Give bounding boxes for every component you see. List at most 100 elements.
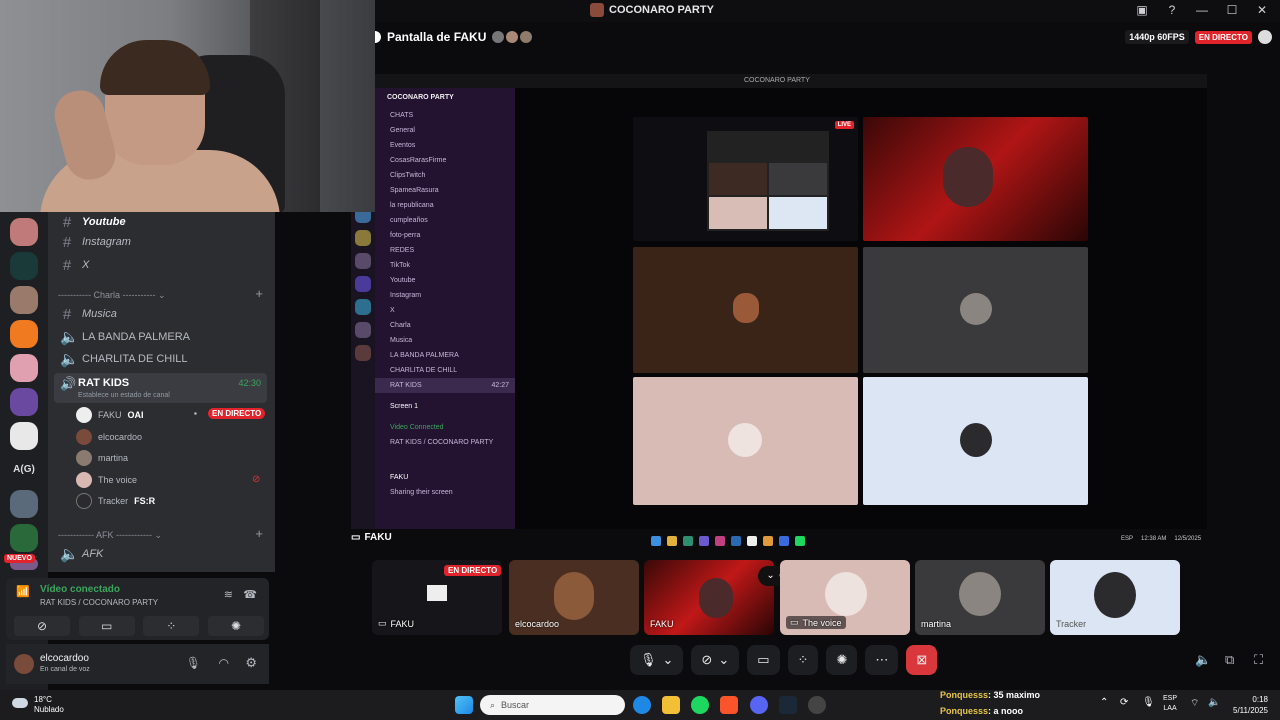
taskbar-search[interactable]: ⌕ Buscar bbox=[480, 695, 625, 715]
activities-button[interactable]: ⁘ bbox=[787, 645, 819, 675]
headphones-icon[interactable]: ◠ bbox=[219, 656, 229, 670]
microphone-icon[interactable]: 🎙 bbox=[186, 656, 201, 670]
chat-username: Ponquesss bbox=[940, 706, 989, 716]
popout-icon[interactable]: ⧉ bbox=[1225, 652, 1234, 668]
inbox-icon[interactable]: ▣ bbox=[1134, 3, 1150, 17]
app-icon[interactable] bbox=[808, 696, 826, 714]
wifi-icon[interactable]: ⌔ bbox=[1190, 697, 1199, 710]
add-channel-icon[interactable]: + bbox=[255, 286, 263, 301]
participant-tile[interactable]: ▭ The voice bbox=[780, 560, 910, 635]
participant-label: Tracker bbox=[1056, 619, 1086, 629]
voice-user[interactable]: FAKU OAI bbox=[76, 405, 144, 425]
tray-mic-icon[interactable]: 🎙 bbox=[1142, 697, 1155, 708]
close-button[interactable]: ✕ bbox=[1254, 3, 1270, 17]
windows-start-icon[interactable] bbox=[455, 696, 473, 714]
user-name[interactable]: elcocardoo bbox=[40, 653, 89, 664]
screen-share-button[interactable]: ▭ bbox=[78, 616, 135, 636]
help-icon[interactable]: ? bbox=[1164, 3, 1180, 17]
voice-user[interactable]: Tracker FS:R bbox=[76, 491, 155, 511]
activities-button[interactable]: ⁘ bbox=[143, 616, 200, 636]
brave-icon[interactable] bbox=[720, 696, 738, 714]
shared-screen[interactable]: COCONARO PARTY COCONARO PARTY CHATS Gene… bbox=[351, 74, 1207, 546]
voice-user[interactable]: elcocardoo bbox=[76, 427, 142, 447]
file-explorer-icon[interactable] bbox=[662, 696, 680, 714]
channel-label: AFK bbox=[82, 548, 104, 560]
server-icon[interactable] bbox=[10, 252, 38, 280]
soundboard-button[interactable]: ✺ bbox=[826, 645, 858, 675]
participant-tile[interactable]: elcocardoo bbox=[509, 560, 639, 635]
camera-button[interactable]: ⊘ ⌄ bbox=[691, 645, 740, 675]
avatar[interactable] bbox=[14, 654, 34, 674]
participant-tile[interactable]: martina bbox=[915, 560, 1045, 635]
chat-message: Ponquesss: 35 maximo bbox=[940, 687, 1040, 703]
settings-icon[interactable]: ⚙ bbox=[245, 655, 257, 671]
steam-icon[interactable] bbox=[779, 696, 797, 714]
server-icon-ag[interactable]: A(G) bbox=[10, 456, 38, 484]
channel-youtube[interactable]: # Youtube bbox=[60, 212, 126, 232]
fullscreen-icon[interactable]: ⛶ bbox=[1254, 652, 1263, 668]
add-channel-icon[interactable]: + bbox=[255, 526, 263, 541]
noise-suppression-icon[interactable]: ≋ bbox=[224, 588, 233, 601]
chat-text: : 35 maximo bbox=[988, 690, 1041, 700]
taskbar-clock[interactable]: 0:18 5/11/2025 bbox=[1233, 694, 1268, 716]
channel-x[interactable]: # X bbox=[60, 255, 90, 275]
inner-category: REDES bbox=[390, 247, 415, 254]
discord-icon[interactable] bbox=[750, 696, 768, 714]
volume-icon[interactable]: 🔈 bbox=[1208, 697, 1220, 708]
microphone-button[interactable]: 🎙 ⌄ bbox=[630, 645, 684, 675]
inner-channel: CHARLITA DE CHILL bbox=[390, 367, 458, 374]
minimize-button[interactable]: — bbox=[1194, 3, 1210, 17]
more-button[interactable]: ⋯ bbox=[865, 645, 899, 675]
inner-voice-sub: RAT KIDS / COCONARO PARTY bbox=[390, 439, 494, 446]
server-icon-label: A(G) bbox=[13, 464, 35, 475]
voice-channel-afk[interactable]: 🔈 AFK bbox=[60, 544, 103, 564]
voice-channel-ratkids[interactable]: 🔊 RAT KIDS 42:30 Establece un estado de … bbox=[54, 373, 267, 403]
server-icon[interactable] bbox=[10, 286, 38, 314]
category-label: Charla bbox=[93, 290, 120, 300]
category-charla[interactable]: ----------- Charla ----------- ⌄ bbox=[58, 290, 166, 301]
language-indicator[interactable]: ESP LAA bbox=[1163, 694, 1177, 714]
voice-user[interactable]: martina bbox=[76, 448, 128, 468]
tray-chevron-icon[interactable]: ⌃ bbox=[1100, 697, 1108, 708]
participant-tile[interactable]: FAKU bbox=[644, 560, 774, 635]
server-icon[interactable] bbox=[10, 388, 38, 416]
edge-icon[interactable] bbox=[633, 696, 651, 714]
server-icon[interactable] bbox=[10, 422, 38, 450]
voice-user-name: Tracker bbox=[98, 496, 129, 506]
weather-widget[interactable]: 18°C Nublado bbox=[12, 695, 64, 715]
disconnect-icon[interactable]: ☎ bbox=[243, 588, 257, 601]
voice-channel-charlita[interactable]: 🔈 CHARLITA DE CHILL bbox=[60, 349, 188, 369]
maximize-button[interactable]: ☐ bbox=[1224, 3, 1240, 17]
server-icon[interactable] bbox=[10, 524, 38, 552]
screen-share-button[interactable]: ▭ bbox=[747, 645, 780, 675]
chat-message: Ponquesss: a nooo bbox=[940, 703, 1040, 719]
volume-icon[interactable]: 🔈 bbox=[1195, 652, 1211, 668]
server-icon[interactable] bbox=[10, 490, 38, 518]
camera-off-button[interactable]: ⊘ bbox=[14, 616, 70, 636]
server-icon[interactable] bbox=[10, 354, 38, 382]
participant-tile[interactable]: EN DIRECTO ▭ FAKU bbox=[372, 560, 502, 635]
channel-instagram[interactable]: # Instagram bbox=[60, 232, 131, 252]
voice-channel-banda[interactable]: 🔈 LA BANDA PALMERA bbox=[60, 327, 190, 347]
server-icon[interactable] bbox=[10, 320, 38, 348]
voice-user[interactable]: The voice bbox=[76, 470, 137, 490]
channel-list: # Youtube # Instagram # X ----------- Charl… bbox=[48, 212, 275, 572]
tray-network-icon[interactable]: ⟳ bbox=[1120, 697, 1128, 708]
inner-channel: foto-perra bbox=[390, 232, 421, 239]
voice-status[interactable]: Vídeo conectado bbox=[40, 584, 120, 595]
spotify-icon[interactable] bbox=[691, 696, 709, 714]
stop-stream-button[interactable]: ⊠ bbox=[906, 645, 938, 675]
soundboard-button[interactable]: ✺ bbox=[207, 616, 264, 636]
voice-user-name: elcocardoo bbox=[98, 432, 143, 442]
channel-label: Instagram bbox=[82, 236, 131, 248]
camera-off-icon: ⊘ bbox=[701, 652, 713, 667]
category-afk[interactable]: ------------ AFK ------------ ⌄ bbox=[58, 530, 162, 541]
participant-tile[interactable]: Tracker bbox=[1050, 560, 1180, 635]
clock-date: 5/11/2025 bbox=[1233, 706, 1268, 715]
chat-icon[interactable] bbox=[1258, 30, 1272, 44]
channel-musica[interactable]: # Musica bbox=[60, 304, 117, 324]
inner-tile-brown bbox=[633, 247, 858, 373]
server-icon[interactable] bbox=[10, 218, 38, 246]
stream-title: Pantalla de FAKU bbox=[375, 30, 533, 44]
voice-channel-path[interactable]: RAT KIDS / COCONARO PARTY bbox=[40, 598, 158, 607]
